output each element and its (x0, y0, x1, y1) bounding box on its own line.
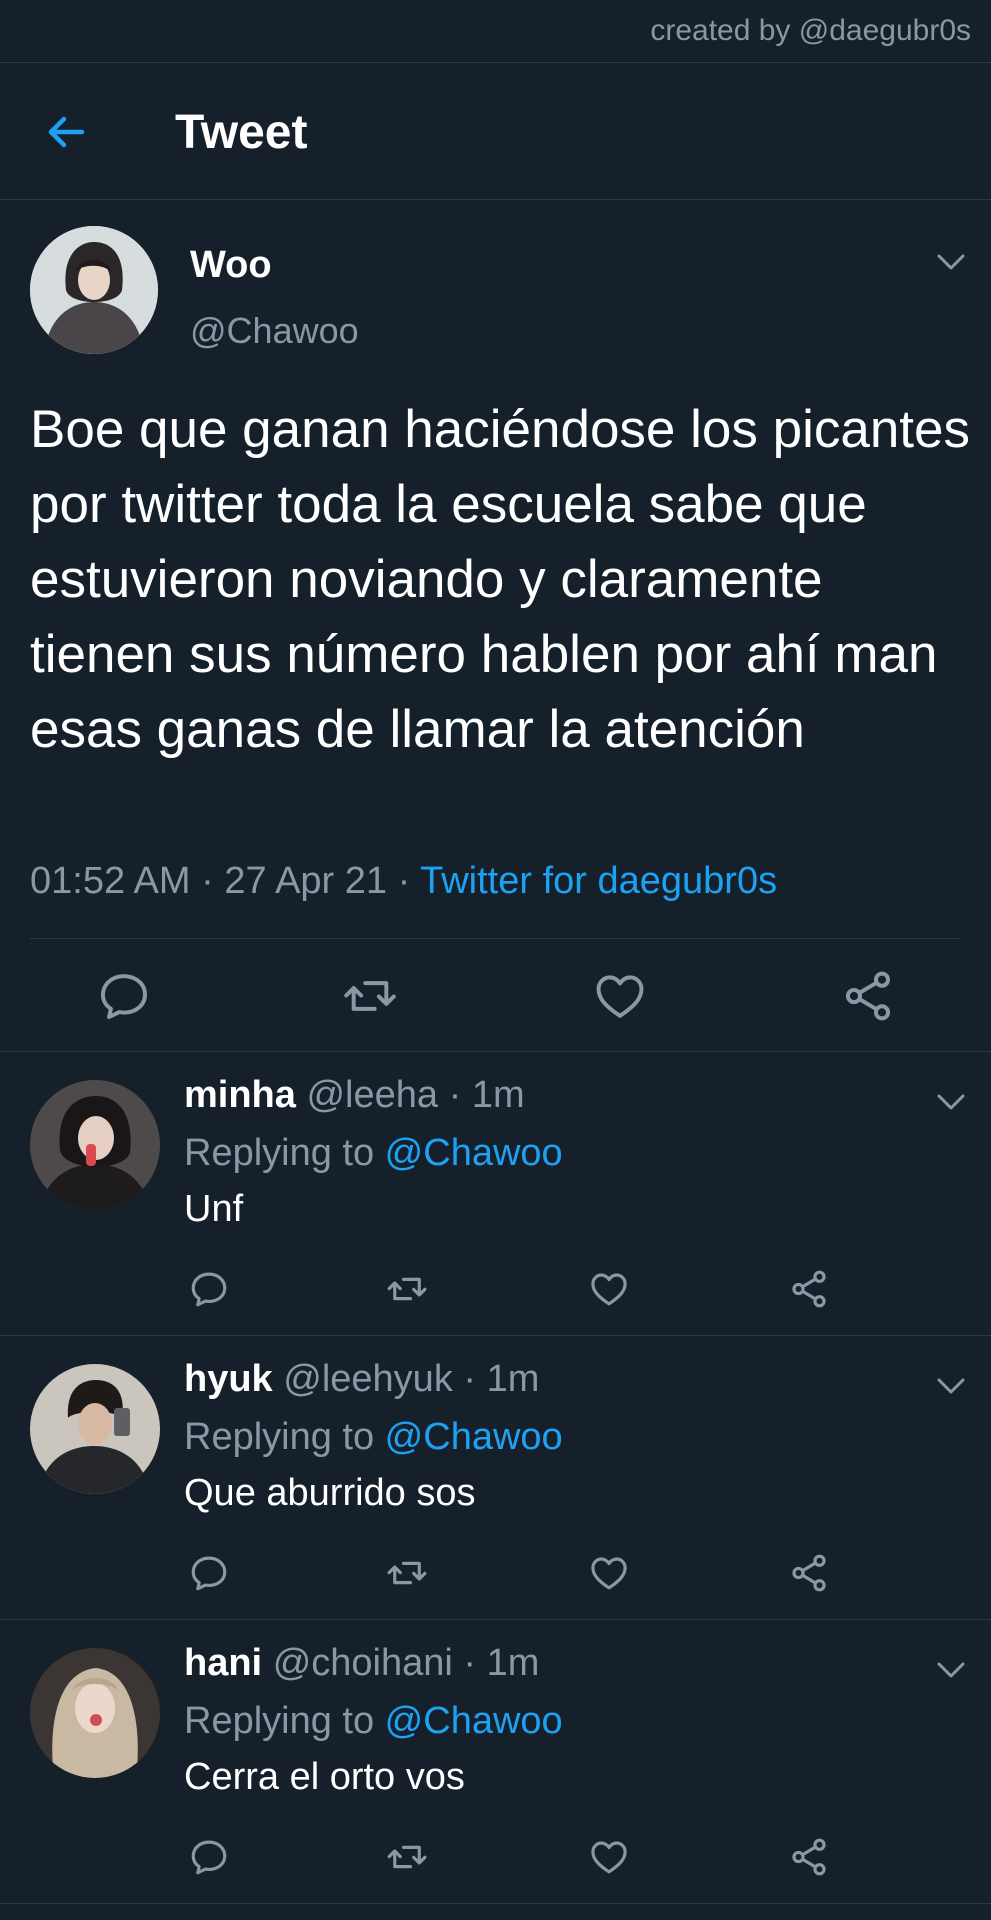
mention-link[interactable]: @Chawoo (385, 1700, 563, 1742)
mention-link[interactable]: @Chawoo (385, 1132, 563, 1174)
retweet-icon[interactable] (386, 1268, 428, 1310)
reply-author-handle[interactable]: @leeha (306, 1074, 438, 1116)
replying-to: Replying to @Chawoo (184, 1132, 563, 1175)
reply-text: Unf (184, 1188, 244, 1230)
reply-text: Que aburrido sos (184, 1472, 476, 1514)
meta-separator: · (190, 860, 225, 902)
like-heart-icon[interactable] (588, 1836, 630, 1878)
tweet-client-link[interactable]: Twitter for daegubr0s (420, 860, 777, 902)
reply-icon[interactable] (96, 968, 152, 1024)
like-heart-icon[interactable] (588, 1552, 630, 1594)
back-arrow-icon[interactable] (42, 108, 90, 156)
avatar[interactable] (30, 226, 158, 354)
avatar[interactable] (30, 1648, 160, 1778)
reply-header: hyuk @leehyuk · 1m (184, 1358, 539, 1401)
chevron-down-icon[interactable] (934, 250, 968, 274)
reply-author-name[interactable]: hyuk (184, 1358, 273, 1400)
avatar-photo-icon (30, 1080, 160, 1210)
reply-author-name[interactable]: minha (184, 1074, 296, 1116)
reply-icon[interactable] (188, 1836, 230, 1878)
author-name[interactable]: Woo (190, 244, 272, 287)
reply-time: 1m (486, 1358, 540, 1400)
avatar[interactable] (30, 1364, 160, 1494)
share-icon[interactable] (788, 1836, 830, 1878)
reply-tweet[interactable]: minha @leeha · 1m Replying to @Chawoo Un… (0, 1052, 991, 1336)
replying-label: Replying to (184, 1700, 385, 1742)
meta-separator: · (387, 860, 421, 902)
retweet-icon[interactable] (386, 1836, 428, 1878)
reply-tweet[interactable]: hyuk @leehyuk · 1m Replying to @Chawoo Q… (0, 1336, 991, 1620)
retweet-icon[interactable] (342, 968, 398, 1024)
avatar-photo-icon (30, 226, 158, 354)
tweet-meta: 01:52 AM · 27 Apr 21 · Twitter for daegu… (30, 860, 777, 903)
replying-label: Replying to (184, 1132, 385, 1174)
reply-text: Cerra el orto vos (184, 1756, 465, 1798)
divider (30, 938, 961, 939)
header: Tweet (0, 63, 991, 200)
credit-bar: created by @daegubr0s (0, 0, 991, 63)
reply-separator: · (452, 1642, 487, 1684)
avatar-photo-icon (30, 1364, 160, 1494)
like-heart-icon[interactable] (588, 1268, 630, 1310)
share-icon[interactable] (788, 1268, 830, 1310)
tweet-time: 01:52 AM (30, 860, 191, 902)
reply-header: minha @leeha · 1m (184, 1074, 525, 1117)
reply-time: 1m (486, 1642, 540, 1684)
credit-text: created by @daegubr0s (650, 14, 971, 47)
mention-link[interactable]: @Chawoo (385, 1416, 563, 1458)
tweet-text: Boe que ganan haciéndose los picantes po… (30, 400, 970, 759)
share-icon[interactable] (840, 968, 896, 1024)
reply-icon[interactable] (188, 1552, 230, 1594)
chevron-down-icon[interactable] (934, 1374, 968, 1398)
reply-author-name[interactable]: hani (184, 1642, 262, 1684)
page-title: Tweet (175, 106, 308, 159)
chevron-down-icon[interactable] (934, 1658, 968, 1682)
reply-icon[interactable] (188, 1268, 230, 1310)
reply-time: 1m (471, 1074, 525, 1116)
main-tweet: Woo @Chawoo Boe que ganan haciéndose los… (0, 200, 991, 1052)
avatar-photo-icon (30, 1648, 160, 1778)
author-handle[interactable]: @Chawoo (190, 310, 359, 352)
reply-author-handle[interactable]: @choihani (273, 1642, 453, 1684)
reply-separator: · (452, 1358, 487, 1400)
replying-to: Replying to @Chawoo (184, 1416, 563, 1459)
retweet-icon[interactable] (386, 1552, 428, 1594)
avatar[interactable] (30, 1080, 160, 1210)
like-heart-icon[interactable] (592, 968, 648, 1024)
reply-separator: · (438, 1074, 472, 1116)
tweet-date: 27 Apr 21 (224, 860, 388, 902)
reply-header: hani @choihani · 1m (184, 1642, 539, 1685)
replying-label: Replying to (184, 1416, 385, 1458)
chevron-down-icon[interactable] (934, 1090, 968, 1114)
reply-tweet[interactable]: hani @choihani · 1m Replying to @Chawoo … (0, 1620, 991, 1904)
replying-to: Replying to @Chawoo (184, 1700, 563, 1743)
share-icon[interactable] (788, 1552, 830, 1594)
reply-author-handle[interactable]: @leehyuk (283, 1358, 453, 1400)
